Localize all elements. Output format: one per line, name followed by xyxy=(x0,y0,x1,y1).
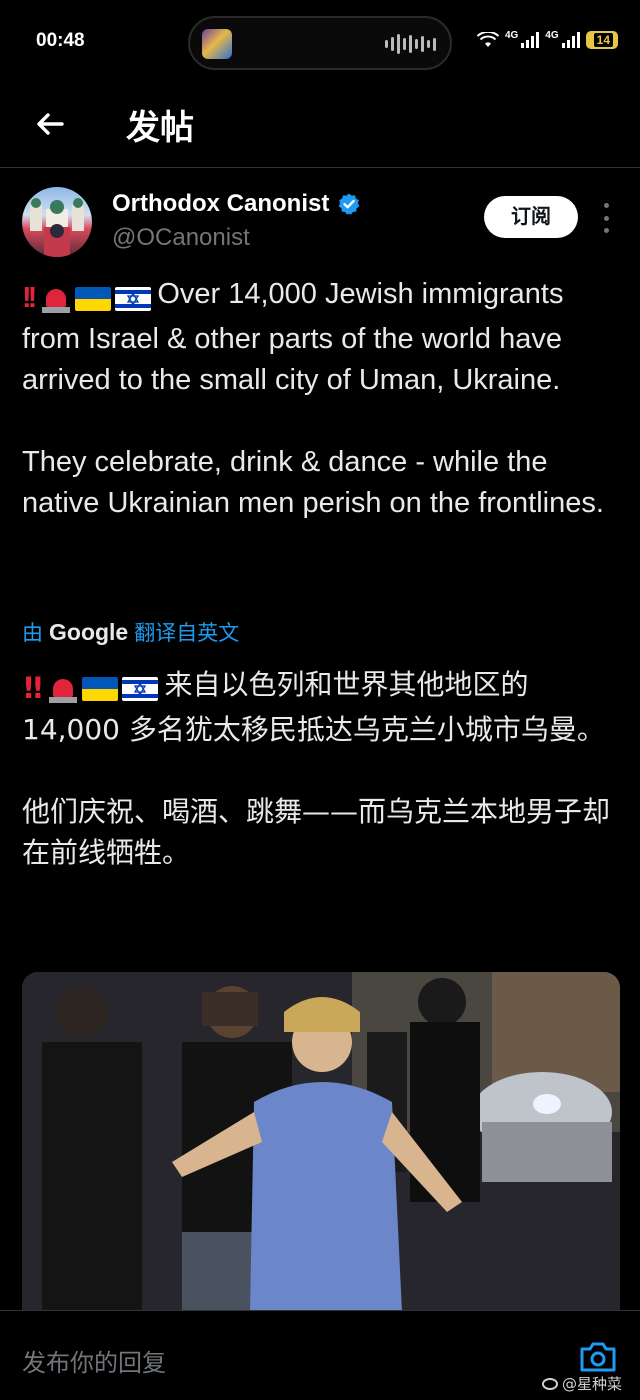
double-exclamation-icon: !! xyxy=(22,282,37,314)
author-name-row[interactable]: Orthodox Canonist xyxy=(112,190,361,218)
police-siren-icon xyxy=(41,285,71,313)
avatar-image xyxy=(30,198,84,257)
tweet-paragraph-zh-1: !! 来自以色列和世界其他地区的 14,000 多名犹太移民抵达乌克兰小城市乌曼… xyxy=(22,664,622,750)
network-label-2: 4G xyxy=(545,30,559,41)
subscribe-button[interactable]: 订阅 xyxy=(484,196,578,238)
tweet-text-translated: !! 来自以色列和世界其他地区的 14,000 多名犹太移民抵达乌克兰小城市乌曼… xyxy=(22,664,622,873)
tweet-video[interactable] xyxy=(22,972,620,1312)
system-icons: 4G 4G 14 xyxy=(476,30,618,49)
audio-waveform-icon xyxy=(385,33,436,55)
battery-level: 14 xyxy=(593,32,613,47)
video-frame-image xyxy=(22,972,620,1312)
israel-flag-icon xyxy=(122,676,159,701)
author-name: Orthodox Canonist xyxy=(112,190,330,217)
clock: 00:48 xyxy=(36,30,85,51)
now-playing-artwork xyxy=(202,29,232,59)
ukraine-flag-icon xyxy=(82,676,119,701)
wifi-icon xyxy=(476,31,499,47)
page-title: 发帖 xyxy=(126,108,194,148)
avatar[interactable] xyxy=(22,187,92,257)
translation-attribution[interactable]: 由 Google 翻译自英文 xyxy=(22,617,239,647)
emoji-prefix: !! xyxy=(22,278,152,319)
translate-suffix: 翻译自英文 xyxy=(134,622,240,645)
battery-icon: 14 xyxy=(585,30,618,49)
signal-strength-icon xyxy=(561,31,580,48)
google-logo: Google xyxy=(49,618,129,645)
double-exclamation-icon: !! xyxy=(22,671,45,705)
status-bar: 00:48 4G 4G 14 xyxy=(0,0,640,86)
verified-badge-icon xyxy=(339,193,360,215)
watermark-text: @星种菜 xyxy=(562,1375,623,1393)
more-options-icon[interactable] xyxy=(596,203,616,233)
reply-input[interactable]: 发布你的回复 xyxy=(22,1343,166,1378)
app-header: 发帖 xyxy=(0,86,640,168)
network-label-1: 4G xyxy=(504,30,519,41)
tweet-text-en-2: They celebrate, drink & dance - while th… xyxy=(22,446,604,519)
weibo-logo-icon xyxy=(542,1377,558,1390)
tweet-text-original: !! Over 14,000 Jewish immigrants from Is… xyxy=(22,274,622,524)
signal-strength-icon xyxy=(521,31,540,48)
ukraine-flag-icon xyxy=(75,286,112,311)
tweet-paragraph-1: !! Over 14,000 Jewish immigrants from Is… xyxy=(22,274,622,401)
dynamic-island[interactable] xyxy=(188,16,452,70)
emoji-prefix: !! xyxy=(22,668,159,709)
translate-prefix: 由 xyxy=(22,622,43,645)
israel-flag-icon xyxy=(115,286,152,311)
tweet-text-zh-2: 他们庆祝、喝酒、跳舞——而乌克兰本地男子却在前线牺牲。 xyxy=(22,795,611,869)
watermark: @星种菜 xyxy=(542,1373,622,1394)
author-handle[interactable]: @OCanonist xyxy=(112,224,250,252)
police-siren-icon xyxy=(48,675,78,703)
back-arrow-icon[interactable] xyxy=(30,104,70,144)
camera-icon[interactable] xyxy=(578,1339,618,1375)
